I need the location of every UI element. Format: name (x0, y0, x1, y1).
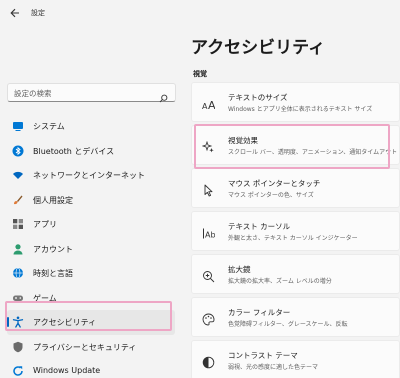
apps-icon (12, 218, 24, 230)
svg-text:Ab: Ab (205, 231, 215, 240)
sidebar-item-label: 時刻と言語 (33, 269, 73, 278)
update-icon (12, 365, 24, 377)
sidebar-item-system[interactable]: システム (7, 114, 175, 139)
sidebar-item-bluetooth[interactable]: Bluetooth とデバイス (7, 139, 175, 164)
app-title: 設定 (31, 9, 45, 17)
sidebar-item-accounts[interactable]: アカウント (7, 237, 175, 262)
svg-text:A: A (208, 99, 215, 111)
sidebar-nav: システム Bluetooth とデバイス ネットワークとインターネット 個人用設… (7, 114, 175, 378)
card-description: 色覚障碍フィルター、グレースケール、反転 (228, 321, 348, 328)
card-color-filters[interactable]: カラー フィルター 色覚障碍フィルター、グレースケール、反転 (191, 297, 400, 337)
sidebar-item-apps[interactable]: アプリ (7, 212, 175, 237)
card-description: Windows とアプリ全体に表示されるテキスト サイズ (228, 106, 373, 113)
sidebar-item-personalization[interactable]: 個人用設定 (7, 188, 175, 213)
card-title: テキスト カーソル (228, 222, 291, 231)
globe-clock-icon (12, 267, 24, 279)
card-text-cursor[interactable]: Ab テキスト カーソル 外観と太さ、テキスト カーソル インジケーター (191, 211, 400, 251)
monitor-icon (12, 120, 24, 132)
card-description: マウス ポインターの色、サイズ (228, 192, 314, 199)
section-heading: 視覚 (193, 70, 207, 78)
sidebar-item-label: 個人用設定 (33, 195, 73, 205)
pointer-icon (202, 182, 215, 197)
page-title: アクセシビリティ (191, 38, 326, 58)
bluetooth-icon (12, 145, 24, 157)
sidebar-item-label: プライバシーとセキュリティ (33, 342, 137, 352)
magnifier-icon (202, 268, 215, 283)
text-cursor-icon: Ab (202, 225, 216, 240)
brush-icon (12, 194, 24, 206)
card-description: 弱視、光の感度に適した色テーマ (228, 364, 319, 371)
wifi-icon (12, 169, 24, 181)
search-placeholder: 設定の検索 (14, 89, 52, 98)
sidebar-item-windows-update[interactable]: Windows Update (7, 359, 175, 378)
sidebar-item-time-language[interactable]: 時刻と言語 (7, 261, 175, 286)
card-title: カラー フィルター (228, 308, 291, 317)
card-title: テキストのサイズ (228, 93, 288, 102)
sidebar-item-network[interactable]: ネットワークとインターネット (7, 163, 175, 188)
account-icon (12, 243, 24, 255)
sidebar-item-label: Bluetooth とデバイス (33, 146, 115, 156)
title-bar: 設定 (0, 0, 400, 28)
sidebar-item-label: ネットワークとインターネット (33, 171, 145, 180)
sidebar-item-privacy[interactable]: プライバシーとセキュリティ (7, 335, 175, 360)
contrast-icon (202, 354, 215, 369)
shield-icon (12, 341, 24, 353)
sidebar-item-label: アカウント (33, 244, 73, 254)
card-description: 外観と太さ、テキスト カーソル インジケーター (228, 235, 358, 242)
sidebar-item-label: アプリ (33, 220, 57, 229)
card-contrast-themes[interactable]: コントラスト テーマ 弱視、光の感度に適した色テーマ (191, 340, 400, 378)
palette-icon (202, 311, 215, 326)
back-arrow-icon[interactable] (9, 7, 23, 21)
card-magnifier[interactable]: 拡大鏡 拡大鏡の拡大率、ズーム レベルの増分 (191, 254, 400, 294)
search-input[interactable]: 設定の検索 (7, 83, 176, 103)
card-title: 拡大鏡 (228, 265, 251, 274)
card-description: 拡大鏡の拡大率、ズーム レベルの増分 (228, 278, 332, 285)
sidebar-item-label: システム (33, 122, 65, 131)
card-text-size[interactable]: AA テキストのサイズ Windows とアプリ全体に表示されるテキスト サイズ (191, 82, 400, 122)
text-size-icon: AA (202, 96, 216, 112)
highlight-frame-nav (5, 301, 172, 331)
card-mouse-pointer-touch[interactable]: マウス ポインターとタッチ マウス ポインターの色、サイズ (191, 168, 400, 208)
sidebar-item-label: Windows Update (33, 366, 101, 375)
card-title: マウス ポインターとタッチ (228, 179, 321, 188)
card-title: コントラスト テーマ (228, 351, 298, 360)
search-icon[interactable] (159, 88, 168, 103)
highlight-frame-card (194, 124, 390, 169)
